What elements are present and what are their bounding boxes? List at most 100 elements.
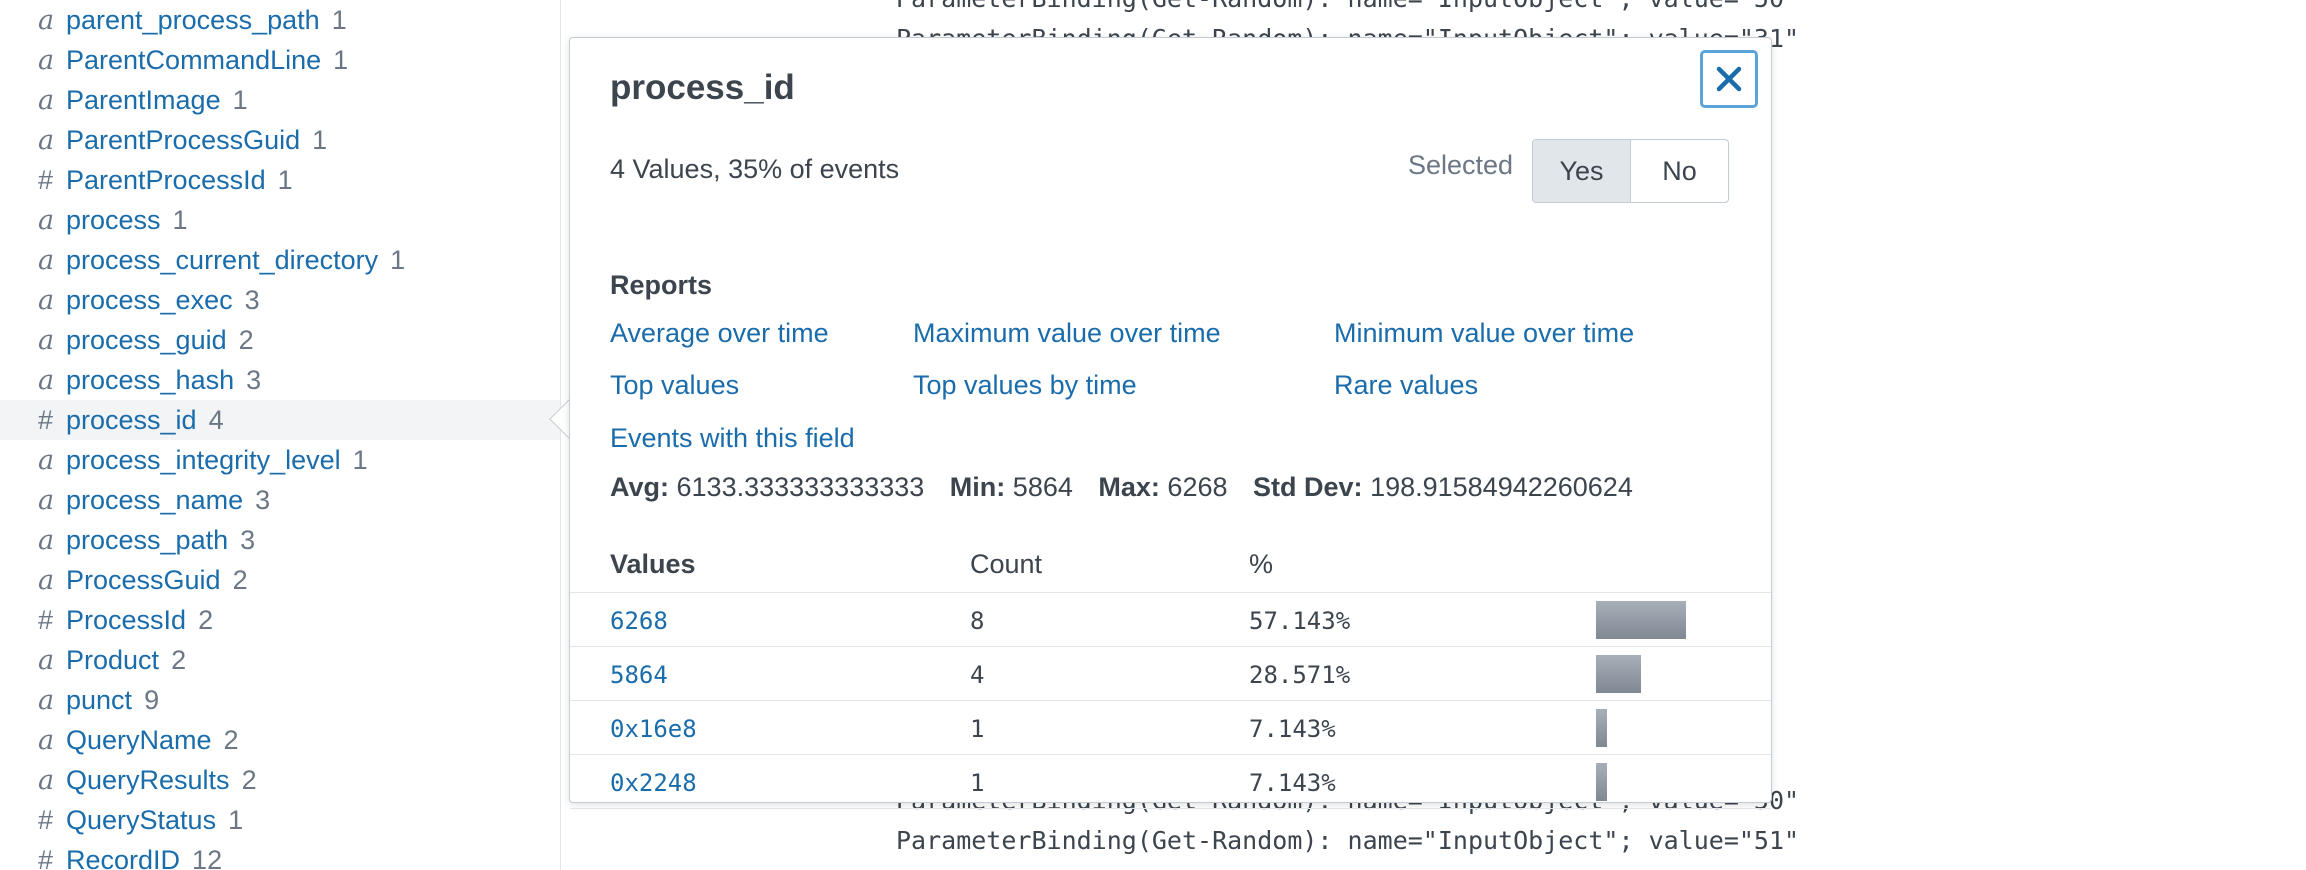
string-type-icon: a (38, 324, 55, 356)
report-average-over-time-link[interactable]: Average over time (610, 318, 829, 349)
string-type-icon: a (38, 564, 55, 596)
value-count: 8 (970, 607, 985, 635)
field-row[interactable]: a ProcessGuid 2 (0, 560, 560, 600)
string-type-icon: a (38, 364, 55, 396)
field-name[interactable]: ProcessId (66, 605, 186, 636)
table-row: 0x2248 1 7.143% (570, 754, 1771, 808)
percent-bar-track (1596, 601, 1686, 639)
field-row[interactable]: a ParentCommandLine 1 (0, 40, 560, 80)
value-link[interactable]: 5864 (610, 661, 668, 689)
value-link[interactable]: 6268 (610, 607, 668, 635)
field-row[interactable]: # RecordID 12 (0, 840, 560, 870)
selected-no-button[interactable]: No (1631, 140, 1728, 202)
field-count: 1 (277, 164, 293, 195)
close-button[interactable] (1700, 50, 1758, 108)
field-row[interactable]: a process_guid 2 (0, 320, 560, 360)
field-count: 1 (228, 804, 244, 835)
field-name[interactable]: punct (66, 685, 132, 716)
field-count: 2 (171, 644, 187, 675)
field-name[interactable]: QueryStatus (66, 805, 216, 836)
field-count: 12 (192, 844, 223, 870)
field-count: 1 (333, 44, 349, 75)
count-column-header: Count (970, 549, 1043, 579)
popover-arrow-cover (570, 395, 590, 443)
field-row[interactable]: a QueryName 2 (0, 720, 560, 760)
string-type-icon: a (38, 4, 55, 36)
field-name[interactable]: ParentProcessGuid (66, 125, 300, 156)
string-type-icon: a (38, 684, 55, 716)
field-name[interactable]: QueryName (66, 725, 212, 756)
field-row[interactable]: # process_id 4 (0, 400, 560, 440)
percent-bar (1596, 709, 1607, 747)
field-name[interactable]: Product (66, 645, 159, 676)
field-count: 1 (312, 124, 328, 155)
field-row[interactable]: a process_hash 3 (0, 360, 560, 400)
field-name[interactable]: process_guid (66, 325, 227, 356)
field-count: 9 (144, 684, 160, 715)
max-value: 6268 (1167, 472, 1228, 502)
field-row[interactable]: # ProcessId 2 (0, 600, 560, 640)
field-row[interactable]: a process 1 (0, 200, 560, 240)
field-row[interactable]: a ParentProcessGuid 1 (0, 120, 560, 160)
field-row[interactable]: a process_name 3 (0, 480, 560, 520)
field-name[interactable]: process (66, 205, 161, 236)
field-name[interactable]: ProcessGuid (66, 565, 221, 596)
field-stats: Avg: 6133.333333333333 Min: 5864 Max: 62… (610, 472, 1633, 503)
percent-bar-track (1596, 763, 1686, 801)
field-name[interactable]: process_exec (66, 285, 233, 316)
string-type-icon: a (38, 644, 55, 676)
field-name[interactable]: ParentCommandLine (66, 45, 321, 76)
report-maximum-value-over-time-link[interactable]: Maximum value over time (913, 318, 1221, 349)
values-summary: 4 Values, 35% of events (610, 154, 900, 184)
table-bottom-border (570, 808, 1771, 809)
field-count: 1 (232, 84, 248, 115)
value-percent: 7.143% (1249, 715, 1336, 743)
field-name[interactable]: ParentImage (66, 85, 221, 116)
string-type-icon: a (38, 764, 55, 796)
field-row[interactable]: a ParentImage 1 (0, 80, 560, 120)
selected-yes-button[interactable]: Yes (1533, 140, 1631, 202)
field-name[interactable]: ParentProcessId (66, 165, 266, 196)
report-top-values-link[interactable]: Top values (610, 370, 739, 401)
field-row[interactable]: a punct 9 (0, 680, 560, 720)
field-row[interactable]: a process_integrity_level 1 (0, 440, 560, 480)
field-name[interactable]: RecordID (66, 845, 180, 870)
report-rare-values-link[interactable]: Rare values (1334, 370, 1478, 401)
field-count: 1 (390, 244, 406, 275)
field-name[interactable]: process_integrity_level (66, 445, 341, 476)
selected-toggle: Yes No (1532, 139, 1729, 203)
field-row[interactable]: a process_current_directory 1 (0, 240, 560, 280)
values-column-header: Values (610, 549, 696, 579)
numeric-type-icon: # (38, 164, 54, 195)
table-row: 5864 4 28.571% (570, 646, 1771, 700)
field-row[interactable]: a Product 2 (0, 640, 560, 680)
string-type-icon: a (38, 124, 55, 156)
field-name[interactable]: process_name (66, 485, 243, 516)
field-row[interactable]: # ParentProcessId 1 (0, 160, 560, 200)
report-top-values-by-time-link[interactable]: Top values by time (913, 370, 1137, 401)
string-type-icon: a (38, 724, 55, 756)
field-name[interactable]: parent_process_path (66, 5, 320, 36)
table-row: 6268 8 57.143% (570, 592, 1771, 646)
field-row[interactable]: a QueryResults 2 (0, 760, 560, 800)
field-name[interactable]: process_path (66, 525, 228, 556)
field-row[interactable]: a process_exec 3 (0, 280, 560, 320)
field-name[interactable]: process_hash (66, 365, 234, 396)
field-count: 2 (232, 564, 248, 595)
field-row[interactable]: a process_path 3 (0, 520, 560, 560)
string-type-icon: a (38, 524, 55, 556)
report-events-with-this-field-link[interactable]: Events with this field (610, 423, 855, 454)
field-row[interactable]: # QueryStatus 1 (0, 800, 560, 840)
report-minimum-value-over-time-link[interactable]: Minimum value over time (1334, 318, 1634, 349)
field-name[interactable]: QueryResults (66, 765, 230, 796)
stddev-value: 198.91584942260624 (1370, 472, 1633, 502)
value-link[interactable]: 0x16e8 (610, 715, 697, 743)
field-count: 2 (241, 764, 257, 795)
field-name[interactable]: process_id (66, 405, 197, 436)
field-count: 1 (172, 204, 188, 235)
field-row[interactable]: a parent_process_path 1 (0, 0, 560, 40)
field-name[interactable]: process_current_directory (66, 245, 378, 276)
event-line: ParameterBinding(Get-Random): name="Inpu… (896, 826, 1800, 855)
percent-bar-track (1596, 655, 1686, 693)
value-link[interactable]: 0x2248 (610, 769, 697, 797)
